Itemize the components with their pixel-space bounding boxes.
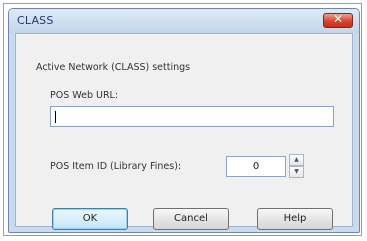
title-bar[interactable]: CLASS ✕ bbox=[9, 9, 359, 33]
pos-item-id-label: POS Item ID (Library Fines): bbox=[50, 161, 182, 172]
pos-item-id-input[interactable]: 0 bbox=[226, 156, 286, 177]
window-title: CLASS bbox=[17, 14, 54, 27]
settings-heading: Active Network (CLASS) settings bbox=[36, 62, 191, 73]
up-arrow-icon: ▲ bbox=[294, 156, 299, 163]
dialog-body: Active Network (CLASS) settings POS Web … bbox=[15, 33, 353, 230]
ok-button[interactable]: OK bbox=[52, 208, 128, 230]
class-dialog: CLASS ✕ Active Network (CLASS) settings … bbox=[8, 8, 360, 233]
pos-web-url-label: POS Web URL: bbox=[50, 90, 119, 101]
help-button[interactable]: Help bbox=[257, 208, 333, 230]
spin-up-button[interactable]: ▲ bbox=[289, 154, 304, 166]
down-arrow-icon: ▼ bbox=[294, 168, 299, 175]
pos-item-id-spinner: ▲ ▼ bbox=[289, 154, 304, 178]
close-icon: ✕ bbox=[332, 12, 344, 26]
pos-item-id-value: 0 bbox=[252, 161, 260, 172]
spin-down-button[interactable]: ▼ bbox=[289, 166, 304, 178]
text-caret bbox=[55, 111, 56, 123]
pos-web-url-input[interactable] bbox=[50, 106, 334, 127]
cancel-button[interactable]: Cancel bbox=[153, 208, 229, 230]
close-button[interactable]: ✕ bbox=[323, 12, 353, 28]
